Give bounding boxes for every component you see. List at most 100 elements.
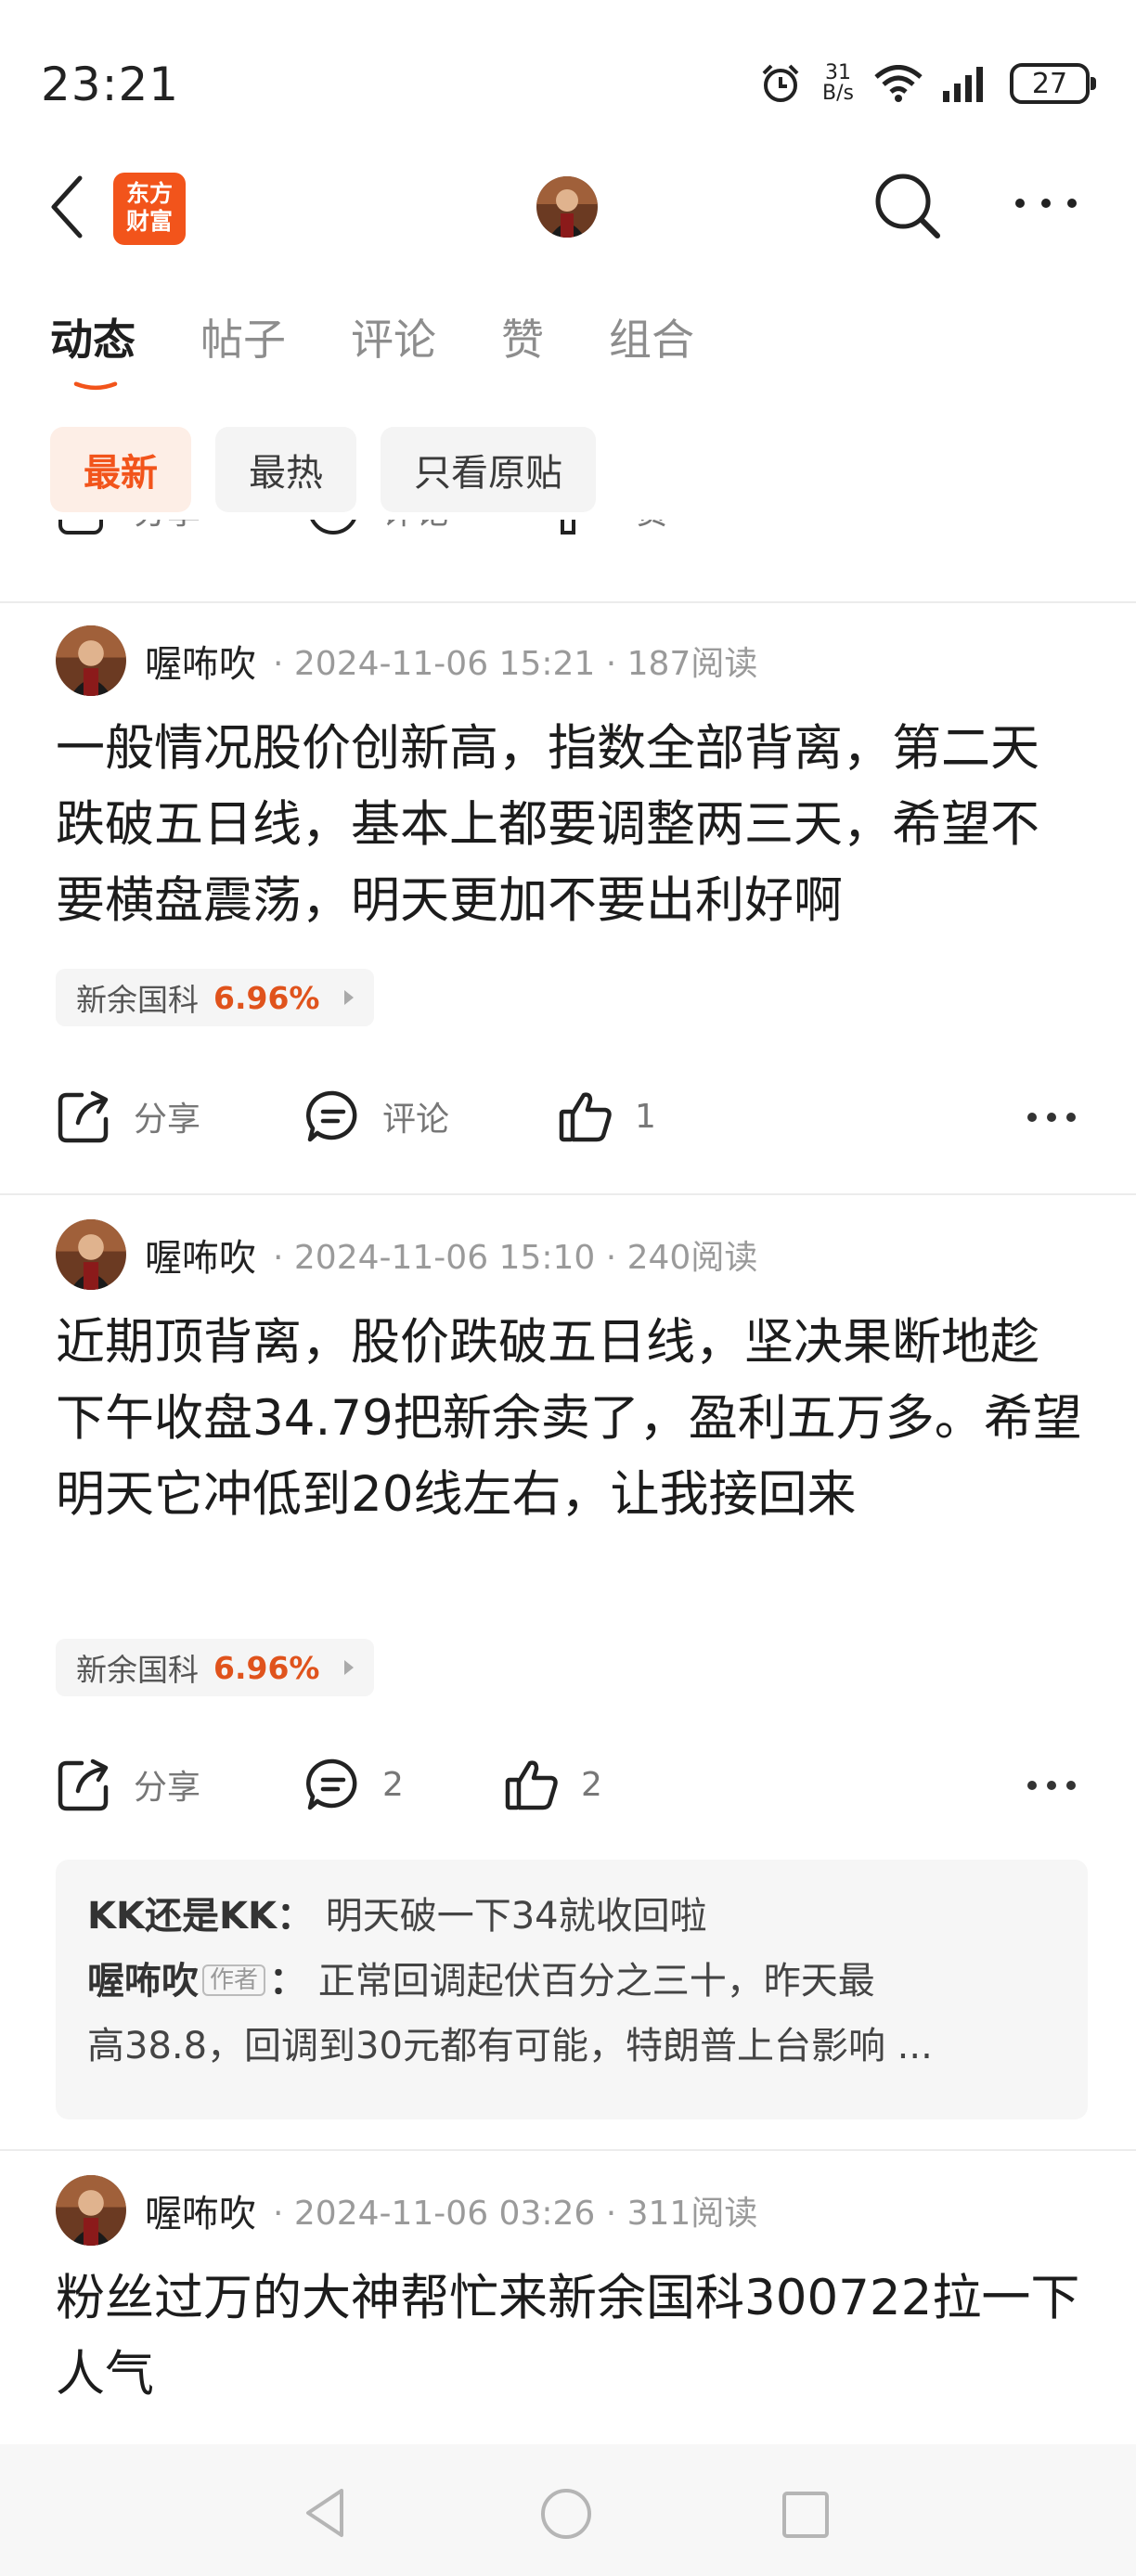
comment-line: 喔咘吹 作者： 正常回调起伏百分之三十，昨天最 — [87, 1949, 1056, 2014]
comment-icon — [306, 1758, 357, 1810]
filter-bar: 最新 最热 只看原贴 — [50, 427, 596, 512]
comment-icon — [310, 520, 356, 535]
share-label: 分享 — [134, 1101, 201, 1139]
network-speed: 31 B/s — [822, 63, 854, 104]
comment-line: 高38.8，回调到30元都有可能，特朗普上台影响 ... — [87, 2014, 1056, 2079]
system-navigation-bar — [0, 2444, 1136, 2576]
share-button[interactable]: 分享 — [56, 1084, 200, 1149]
signal-icon — [943, 67, 983, 102]
post-content[interactable]: 近期顶背离，股价跌破五日线，坚决果断地趁下午收盘34.79把新余卖了，盈利五万多… — [56, 1305, 1086, 1533]
comment-text: 明天破一下34就收回啦 — [325, 1895, 707, 1938]
thumbs-up-icon — [561, 520, 575, 535]
chevron-right-icon — [343, 990, 354, 1005]
like-count: 2 — [581, 1765, 602, 1804]
avatar-image — [56, 2175, 126, 2246]
comment-preview[interactable]: KK还是KK： 明天破一下34就收回啦 喔咘吹 作者： 正常回调起伏百分之三十，昨… — [56, 1860, 1088, 2119]
post-meta: 喔咘吹 · 2024-11-06 15:21 · 187阅读 — [56, 624, 757, 698]
share-label: 分享 — [134, 520, 200, 534]
stock-name: 新余国科 — [76, 982, 199, 1018]
comment-button[interactable]: 2 — [304, 1752, 404, 1817]
author-name[interactable]: 喔咘吹 — [145, 634, 256, 688]
author-avatar[interactable] — [56, 2175, 126, 2246]
author-name[interactable]: 喔咘吹 — [145, 2183, 256, 2237]
stock-tag[interactable]: 新余国科 6.96% — [56, 969, 374, 1026]
feed-list: 分享 评论 赞 喔咘吹 · 2024-11-06 15:21 · 187阅读 一… — [0, 520, 1136, 2444]
tab-likes[interactable]: 赞 — [501, 306, 544, 367]
status-time: 23:21 — [41, 58, 180, 111]
comment-text: 正常回调起伏百分之三十，昨天最 — [317, 1960, 875, 2003]
avatar-image — [56, 625, 126, 696]
thumbs-up-icon — [559, 1092, 612, 1142]
like-count: 1 — [635, 1097, 656, 1136]
more-menu-icon[interactable] — [1013, 197, 1078, 210]
previous-post-actions: 分享 评论 赞 — [56, 520, 1086, 542]
comment-label: 评论 — [382, 520, 449, 534]
author-avatar[interactable] — [56, 625, 126, 696]
brand-logo-line1: 东方 — [125, 180, 173, 207]
share-label: 分享 — [134, 1769, 201, 1807]
profile-tabs: 动态 帖子 评论 赞 组合 — [50, 306, 759, 367]
chevron-right-icon — [343, 1660, 354, 1675]
tab-dynamics[interactable]: 动态 — [50, 306, 136, 367]
network-speed-value: 31 — [825, 61, 852, 84]
post-time-reads: · 2024-11-06 03:26 · 311阅读 — [273, 2195, 758, 2233]
header-avatar[interactable] — [536, 176, 598, 238]
comment-separator: ： — [269, 1960, 307, 2003]
post-actions: 分享 2 2 — [56, 1752, 1086, 1817]
post-actions: 分享 评论 1 — [56, 1084, 1086, 1149]
post-time-reads: · 2024-11-06 15:10 · 240阅读 — [273, 1239, 758, 1277]
status-bar: 23:21 31 B/s 27 — [0, 0, 1136, 158]
nav-back-icon[interactable] — [303, 2487, 347, 2539]
post-item[interactable]: 喔咘吹 · 2024-11-06 15:21 · 187阅读 一般情况股价创新高… — [0, 601, 1136, 1191]
like-label: 赞 — [635, 520, 668, 534]
stock-change: 6.96% — [213, 1649, 320, 1686]
brand-logo[interactable]: 东方 财富 — [113, 173, 186, 245]
comment-separator: ： — [276, 1895, 314, 1938]
tab-portfolio[interactable]: 组合 — [609, 306, 694, 367]
brand-logo-line2: 财富 — [125, 208, 173, 235]
search-icon[interactable] — [871, 169, 945, 243]
comment-text: 高38.8，回调到30元都有可能，特朗普上台影响 ... — [87, 2025, 933, 2067]
like-button[interactable]: 2 — [503, 1752, 602, 1817]
wifi-icon — [874, 65, 923, 102]
network-speed-unit: B/s — [822, 82, 854, 105]
comment-button[interactable]: 评论 — [304, 1084, 449, 1149]
author-avatar[interactable] — [56, 1219, 126, 1290]
commenter-name[interactable]: KK还是KK — [87, 1895, 277, 1938]
share-button[interactable]: 分享 — [56, 520, 200, 542]
filter-hottest[interactable]: 最热 — [215, 427, 356, 512]
filter-original-only[interactable]: 只看原贴 — [381, 427, 596, 512]
commenter-name[interactable]: 喔咘吹 — [87, 1960, 199, 2003]
thumbs-up-icon — [505, 1760, 558, 1810]
comment-count: 2 — [382, 1765, 404, 1804]
comment-line: KK还是KK： 明天破一下34就收回啦 — [87, 1884, 1056, 1949]
author-name[interactable]: 喔咘吹 — [145, 1228, 256, 1282]
filter-latest[interactable]: 最新 — [50, 427, 191, 512]
tab-posts[interactable]: 帖子 — [200, 306, 286, 367]
tab-comments[interactable]: 评论 — [351, 306, 436, 367]
nav-home-icon[interactable] — [539, 2487, 593, 2541]
back-icon[interactable] — [48, 174, 85, 239]
post-item[interactable]: 喔咘吹 · 2024-11-06 03:26 · 311阅读 粉丝过万的大神帮忙… — [0, 2151, 1136, 2444]
comment-button[interactable]: 评论 — [304, 520, 449, 542]
share-icon — [58, 1090, 109, 1143]
avatar-image — [536, 176, 598, 238]
like-button[interactable]: 赞 — [557, 520, 668, 542]
stock-name: 新余国科 — [76, 1652, 199, 1688]
share-button[interactable]: 分享 — [56, 1752, 200, 1817]
comment-icon — [306, 1090, 357, 1142]
share-icon — [58, 1758, 109, 1811]
nav-recents-icon[interactable] — [781, 2491, 830, 2539]
post-more-icon[interactable] — [1026, 1780, 1077, 1791]
post-meta: 喔咘吹 · 2024-11-06 03:26 · 311阅读 — [56, 2173, 757, 2248]
post-more-icon[interactable] — [1026, 1112, 1077, 1123]
share-icon — [58, 520, 103, 535]
post-content[interactable]: 粉丝过万的大神帮忙来新余国科300722拉一下人气 — [56, 2260, 1086, 2413]
stock-tag[interactable]: 新余国科 6.96% — [56, 1639, 374, 1696]
alarm-icon — [762, 64, 799, 102]
like-button[interactable]: 1 — [557, 1084, 656, 1149]
post-item[interactable]: 喔咘吹 · 2024-11-06 15:10 · 240阅读 近期顶背离，股价跌… — [0, 1195, 1136, 2151]
stock-change: 6.96% — [213, 979, 320, 1016]
active-tab-indicator — [73, 381, 118, 391]
post-content[interactable]: 一般情况股价创新高，指数全部背离，第二天跌破五日线，基本上都要调整两三天，希望不… — [56, 711, 1086, 939]
